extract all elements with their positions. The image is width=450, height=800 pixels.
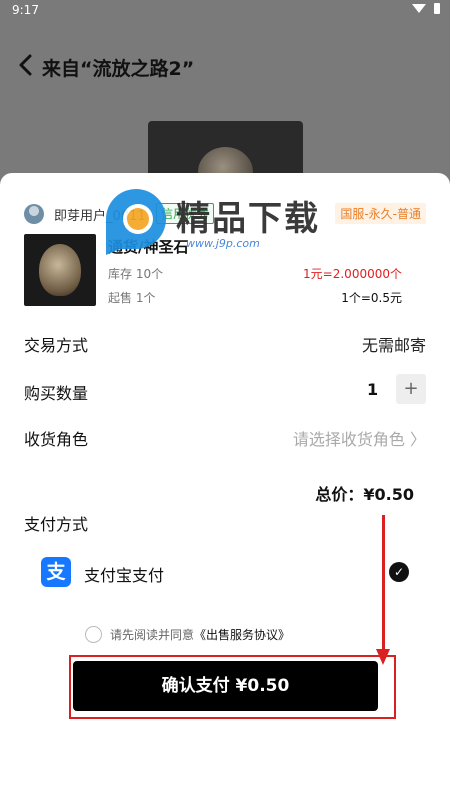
watermark-url: www.j9p.com (186, 237, 260, 250)
header: 来自“流放之路2” (0, 44, 450, 88)
watermark-title: 精品下载 (176, 199, 320, 239)
annotation-arrow-line (382, 515, 385, 653)
payment-method-label: 支付方式 (24, 515, 89, 534)
payment-sheet: 即芽用户_0011 信用优秀 国服-永久-普通 通货/神圣石 库存 10个 起售… (0, 173, 450, 800)
trade-method-label: 交易方式 (24, 336, 89, 355)
receiving-role-selector[interactable]: 请选择收货角色 〉 (293, 426, 426, 450)
item-stock: 库存 10个 (108, 267, 164, 281)
item-min-sale: 起售 1个 (108, 291, 156, 305)
avatar (24, 204, 44, 224)
page-title: 来自“流放之路2” (42, 58, 195, 80)
quantity-value: 1 (367, 380, 379, 399)
service-agreement-link[interactable]: 《出售服务协议》 (194, 628, 290, 642)
quantity-plus-button[interactable]: + (396, 374, 426, 404)
item-thumbnail (24, 234, 96, 306)
alipay-option[interactable]: 支付宝支付 (84, 562, 164, 586)
battery-icon (434, 3, 440, 14)
status-bar: 9:17 (0, 0, 450, 22)
agreement-prefix: 请先阅读并同意 (110, 628, 195, 642)
back-arrow-icon[interactable] (14, 52, 40, 78)
agreement-radio[interactable] (85, 626, 102, 643)
status-time: 9:17 (12, 3, 39, 17)
background-item-image (148, 121, 303, 181)
watermark-logo-icon (106, 189, 166, 255)
status-icons (412, 3, 440, 14)
quantity-label: 购买数量 (24, 384, 89, 403)
confirm-pay-button[interactable]: 确认支付 ¥0.50 (73, 661, 378, 711)
receiving-role-label: 收货角色 (24, 430, 89, 449)
trade-method-value: 无需邮寄 (361, 336, 426, 355)
watermark: 精品下载 www.j9p.com (98, 185, 358, 265)
total-price: 总价：¥0.50 (315, 485, 414, 504)
alipay-icon: 支 (41, 557, 71, 587)
selected-check-icon[interactable]: ✓ (389, 562, 409, 582)
price-rate-per-yuan: 1元=2.000000个 (303, 267, 402, 281)
price-rate-per-item: 1个=0.5元 (341, 291, 402, 305)
agreement-text: 请先阅读并同意《出售服务协议》 (110, 626, 290, 643)
wifi-icon (412, 4, 426, 13)
